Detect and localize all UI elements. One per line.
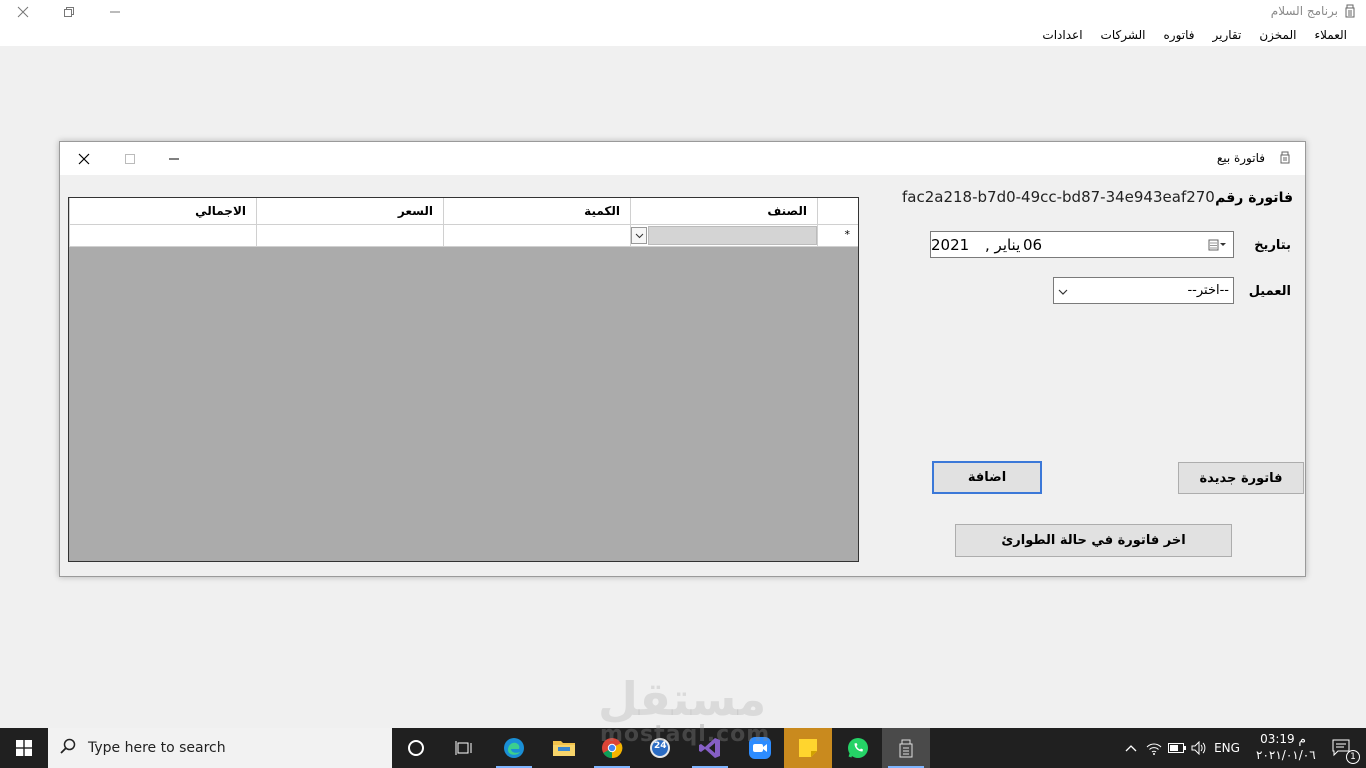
salam-app-icon[interactable] xyxy=(882,728,930,768)
calendar-dropdown-icon[interactable] xyxy=(1207,237,1229,253)
row-header: * xyxy=(817,225,858,247)
cortana-icon[interactable] xyxy=(392,728,440,768)
dialog-titlebar: فاتورة بيع xyxy=(60,142,1305,175)
date-month[interactable]: يناير , xyxy=(985,236,1020,254)
customer-select[interactable]: --اختر-- xyxy=(1053,277,1234,304)
menu-bar: العملاء المخزن تقارير فاتوره الشركات اعد… xyxy=(0,24,1366,46)
cell-price[interactable] xyxy=(256,225,443,247)
dialog-minimize-icon[interactable] xyxy=(160,147,188,171)
date-label: بتاريخ xyxy=(1254,238,1291,253)
sales-invoice-window: فاتورة بيع الاجمالي السعر الكمية الصنف *… xyxy=(59,141,1306,577)
volume-icon[interactable] xyxy=(1188,741,1210,755)
notification-count: 1 xyxy=(1346,750,1360,764)
menu-reports[interactable]: تقارير xyxy=(1204,28,1251,42)
menu-warehouse[interactable]: المخزن xyxy=(1250,28,1305,42)
add-button[interactable]: اضافة xyxy=(932,461,1042,494)
menu-companies[interactable]: الشركات xyxy=(1092,28,1155,42)
task-view-icon[interactable] xyxy=(440,728,488,768)
clock-date: ٢٠٢١/٠١/٠٦ xyxy=(1256,748,1316,762)
dialog-app-icon xyxy=(1279,151,1291,164)
watermark-logo: مستقل xyxy=(598,672,767,726)
column-header-price[interactable]: السعر xyxy=(256,198,443,225)
dialog-title: فاتورة بيع xyxy=(1216,151,1265,165)
menu-settings[interactable]: اعدادات xyxy=(1033,28,1091,42)
dialog-close-icon[interactable] xyxy=(70,147,98,171)
chevron-down-icon[interactable] xyxy=(631,227,647,244)
menu-customers[interactable]: العملاء xyxy=(1305,28,1356,42)
language-indicator[interactable]: ENG xyxy=(1210,741,1244,755)
app-titlebar: برنامج السلام xyxy=(0,0,1366,24)
table-row[interactable]: * xyxy=(69,225,858,247)
search-placeholder: Type here to search xyxy=(88,740,226,756)
close-icon[interactable] xyxy=(0,0,46,24)
taskbar-search-box[interactable]: Type here to search xyxy=(48,728,392,768)
chevron-up-icon[interactable] xyxy=(1120,744,1142,752)
column-header-total[interactable]: الاجمالي xyxy=(69,198,256,225)
file-explorer-icon[interactable] xyxy=(540,728,588,768)
whatsapp-icon[interactable] xyxy=(834,728,882,768)
edge-browser-icon[interactable] xyxy=(490,728,538,768)
app-icon xyxy=(1344,4,1358,18)
dialog-maximize-icon[interactable] xyxy=(116,147,144,171)
customer-label: العميل xyxy=(1248,284,1291,299)
restore-icon[interactable] xyxy=(46,0,92,24)
item-combo-field[interactable] xyxy=(648,226,817,245)
last-emergency-invoice-button[interactable]: اخر فاتورة في حالة الطوارئ xyxy=(955,524,1232,557)
cell-item-combo[interactable] xyxy=(630,225,817,247)
cell-quantity[interactable] xyxy=(443,225,630,247)
invoice-date-picker[interactable]: 2021 يناير , 06 xyxy=(930,231,1234,258)
minimize-icon[interactable] xyxy=(92,0,138,24)
cell-total[interactable] xyxy=(69,225,256,247)
menu-invoice[interactable]: فاتوره xyxy=(1155,28,1204,42)
sticky-notes-icon[interactable] xyxy=(784,728,832,768)
notifications-icon[interactable]: 1 xyxy=(1318,728,1366,768)
windows-start-icon[interactable] xyxy=(0,728,48,768)
clock-time: 03:19 م xyxy=(1260,732,1306,746)
wifi-icon[interactable] xyxy=(1142,741,1166,755)
battery-icon[interactable] xyxy=(1166,743,1188,753)
customer-select-value: --اختر-- xyxy=(1187,283,1229,298)
new-invoice-button[interactable]: فاتورة جديدة xyxy=(1178,462,1304,494)
search-icon xyxy=(60,738,76,758)
chevron-down-icon[interactable] xyxy=(1058,285,1068,299)
column-header-quantity[interactable]: الكمية xyxy=(443,198,630,225)
invoice-items-grid[interactable]: الاجمالي السعر الكمية الصنف * xyxy=(68,197,859,562)
new-row-marker: * xyxy=(844,228,851,241)
system-tray: ENG xyxy=(1120,728,1244,768)
grid-header: الاجمالي السعر الكمية الصنف xyxy=(69,198,858,225)
row-header-corner xyxy=(817,198,858,225)
invoice-number-value: fac2a218-b7d0-49cc-bd87-34e943eaf270 xyxy=(902,188,1215,206)
watermark-url: mostaql.com xyxy=(600,722,771,747)
date-day[interactable]: 06 xyxy=(1023,236,1042,254)
column-header-item[interactable]: الصنف xyxy=(630,198,817,225)
date-year[interactable]: 2021 xyxy=(931,236,969,254)
invoice-number-label: فاتورة رقم xyxy=(1215,190,1293,206)
taskbar-clock[interactable]: 03:19 م ٢٠٢١/٠١/٠٦ xyxy=(1256,731,1316,763)
app-title: برنامج السلام xyxy=(1270,4,1338,18)
